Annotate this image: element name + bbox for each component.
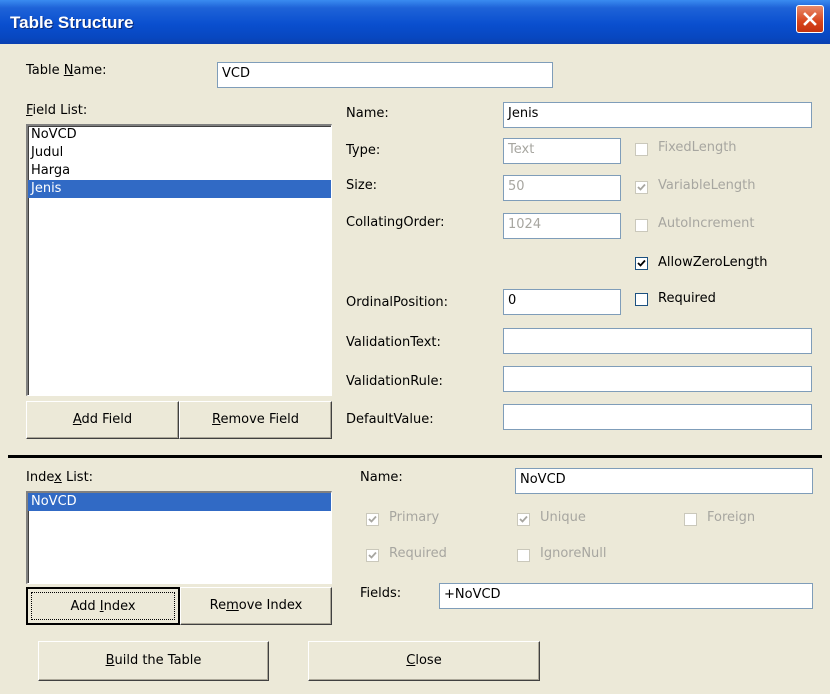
add-index-button[interactable]: Add Index — [26, 587, 180, 625]
unique-checkbox — [517, 513, 530, 526]
remove-index-button[interactable]: Remove Index — [180, 587, 332, 625]
index-name-input[interactable]: NoVCD — [515, 468, 813, 494]
size-label: Size: — [346, 178, 378, 193]
default-value-input[interactable] — [503, 404, 812, 430]
checkmark-icon — [637, 183, 646, 191]
validation-text-input[interactable] — [503, 328, 812, 354]
ordinal-position-input[interactable]: 0 — [503, 289, 621, 315]
remove-field-button[interactable]: Remove Field — [179, 401, 332, 439]
variable-length-label: VariableLength — [658, 178, 756, 193]
checkmark-icon — [368, 551, 377, 559]
list-item-selected[interactable]: NoVCD — [28, 493, 331, 511]
type-input: Text — [503, 138, 621, 164]
close-button[interactable]: Close — [308, 641, 540, 681]
allow-zero-length-label[interactable]: AllowZeroLength — [658, 255, 767, 270]
required-label[interactable]: Required — [658, 291, 716, 306]
index-required-label: Required — [389, 546, 447, 561]
list-item[interactable]: Harga — [28, 162, 331, 180]
close-window-button[interactable] — [796, 5, 824, 33]
primary-checkbox — [366, 513, 379, 526]
window-title: Table Structure — [10, 13, 134, 32]
collating-order-input: 1024 — [503, 213, 621, 239]
list-item[interactable]: Judul — [28, 144, 331, 162]
auto-increment-label: AutoIncrement — [658, 216, 755, 231]
build-table-button[interactable]: Build the Table — [38, 641, 269, 681]
index-name-label: Name: — [360, 470, 403, 485]
foreign-checkbox — [684, 513, 697, 526]
table-structure-dialog: Table Structure Table Name: VCD Field Li… — [0, 0, 830, 694]
fixed-length-label: FixedLength — [658, 140, 737, 155]
variable-length-checkbox — [635, 181, 648, 194]
index-fields-input[interactable]: +NoVCD — [439, 583, 813, 609]
default-value-label: DefaultValue: — [346, 412, 434, 427]
field-list[interactable]: NoVCD Judul Harga Jenis — [26, 124, 332, 396]
field-list-label: Field List: — [26, 103, 88, 118]
size-input: 50 — [503, 175, 621, 201]
ignore-null-checkbox — [517, 549, 530, 562]
index-required-checkbox — [366, 549, 379, 562]
focus-rect — [31, 592, 175, 620]
section-divider — [8, 455, 822, 458]
field-name-label: Name: — [346, 106, 389, 121]
checkmark-icon — [519, 515, 528, 523]
index-list[interactable]: NoVCD — [26, 491, 332, 584]
validation-rule-label: ValidationRule: — [346, 374, 443, 389]
list-item-selected[interactable]: Jenis — [28, 180, 331, 198]
collating-order-label: CollatingOrder: — [346, 215, 445, 230]
foreign-label: Foreign — [707, 510, 756, 525]
checkmark-icon — [368, 515, 377, 523]
title-bar[interactable]: Table Structure — [0, 0, 830, 44]
validation-text-label: ValidationText: — [346, 335, 441, 350]
fields-label: Fields: — [360, 586, 402, 601]
primary-label: Primary — [389, 510, 440, 525]
required-checkbox[interactable] — [635, 293, 648, 306]
allow-zero-length-checkbox[interactable] — [635, 257, 648, 270]
checkmark-icon — [637, 259, 646, 267]
index-list-label: Index List: — [26, 470, 94, 485]
list-item[interactable]: NoVCD — [28, 126, 331, 144]
table-name-input[interactable]: VCD — [217, 62, 553, 88]
ordinal-position-label: OrdinalPosition: — [346, 295, 449, 310]
unique-label: Unique — [540, 510, 586, 525]
table-name-label: Table Name: — [26, 63, 107, 78]
fixed-length-checkbox — [635, 143, 648, 156]
add-field-button[interactable]: Add Field — [26, 401, 179, 439]
auto-increment-checkbox — [635, 219, 648, 232]
ignore-null-label: IgnoreNull — [540, 546, 607, 561]
field-name-input[interactable]: Jenis — [503, 102, 812, 128]
type-label: Type: — [346, 143, 381, 158]
validation-rule-input[interactable] — [503, 366, 812, 392]
close-icon — [803, 12, 817, 26]
